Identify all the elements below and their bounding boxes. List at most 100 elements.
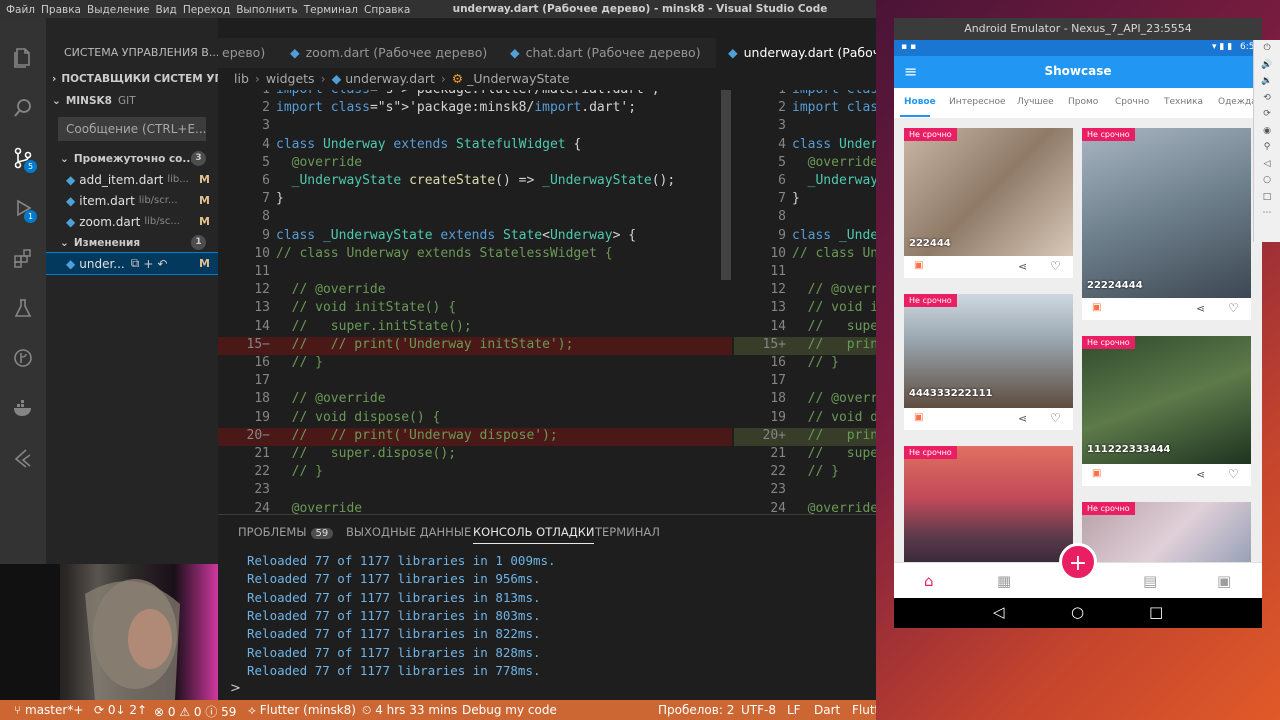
tab-underway[interactable]: ◆ underway.dart (Рабоче — [716, 38, 876, 68]
stage-plus-icon[interactable]: + — [143, 257, 153, 271]
tab-zoom[interactable]: ◆ zoom.dart (Рабочее дерево) — [278, 38, 498, 68]
category-tab[interactable]: Техника — [1164, 97, 1203, 107]
code-line[interactable]: 1 import class="s">'package:flutter/mater… — [734, 90, 876, 100]
code-line[interactable]: 4 class Underway extends StatefulWidget { — [734, 137, 876, 155]
code-line[interactable]: 17 — [218, 373, 732, 391]
item-photo[interactable] — [904, 446, 1073, 562]
overview-toolbar-icon[interactable]: □ — [1254, 189, 1280, 206]
item-card[interactable]: Не срочно▣⋖♡ — [904, 446, 1073, 562]
code-line[interactable]: 1 import class="s">'package:flutter/mater… — [218, 90, 732, 100]
rotate-left-icon[interactable]: ⟲ — [1254, 90, 1280, 107]
time-tracker[interactable]: ⏲ 4 hrs 33 mins — [362, 703, 457, 718]
code-line[interactable]: 20+ // print('Underway dispose'); — [734, 427, 876, 446]
flutter-status[interactable]: ⟡ Flutter (minsk8) — [248, 703, 356, 718]
debug-mode-status[interactable]: Debug my code — [462, 703, 557, 717]
language-status[interactable]: Dart — [814, 703, 840, 717]
diff-editor-modified[interactable]: 1 import class="s">'package:flutter/mater… — [734, 90, 876, 514]
code-line[interactable]: 11 — [218, 264, 732, 282]
console-prompt[interactable]: > — [230, 681, 241, 696]
discard-icon[interactable]: ↶ — [157, 257, 167, 271]
tab-chat[interactable]: ◆ chat.dart (Рабочее дерево) — [498, 38, 716, 68]
search-icon[interactable] — [9, 94, 37, 122]
code-line[interactable]: 12 // @override — [734, 282, 876, 300]
code-line[interactable]: 6 _UnderwayState createState() => _Under… — [734, 173, 876, 191]
staged-file[interactable]: ◆ add_item.dart lib... M — [46, 169, 218, 190]
changed-file[interactable]: ◆ under... ⧉ + ↶ M — [46, 252, 218, 275]
extensions-icon[interactable] — [9, 244, 37, 272]
power-icon[interactable]: ⏻ — [1254, 40, 1280, 57]
problems-status[interactable]: ⊗ 0 ⚠ 0 ⓘ 59 — [154, 703, 236, 720]
code-line[interactable]: 10 // class Underway extends StatelessWid… — [734, 246, 876, 264]
home-toolbar-icon[interactable]: ○ — [1254, 172, 1280, 189]
commit-message-input[interactable]: Сообщение (CTRL+E... — [58, 117, 206, 141]
encoding-status[interactable]: UTF-8 — [741, 703, 776, 717]
code-line[interactable]: 10 // class Underway extends StatelessWid… — [218, 246, 732, 264]
category-tab[interactable]: Новое — [904, 97, 936, 107]
code-line[interactable]: 23 — [218, 482, 732, 500]
back-toolbar-icon[interactable]: ◁ — [1254, 156, 1280, 173]
code-line[interactable]: 12 // @override — [218, 282, 732, 300]
code-line[interactable]: 15− // // print('Underway initState'); — [218, 336, 732, 355]
menu-item[interactable]: Справка — [364, 4, 410, 16]
code-line[interactable]: 8 — [734, 209, 876, 227]
code-line[interactable]: 20− // // print('Underway dispose'); — [218, 427, 732, 446]
code-line[interactable]: 22 // } — [734, 464, 876, 482]
menu-item[interactable]: Правка — [41, 4, 81, 16]
code-line[interactable]: 13 // void initState() { — [218, 300, 732, 318]
code-line[interactable]: 17 — [734, 373, 876, 391]
code-line[interactable]: 5 @override — [734, 155, 876, 173]
breadcrumb-item[interactable]: underway.dart — [345, 71, 435, 86]
profile-icon[interactable]: ▣ — [1217, 572, 1231, 590]
code-line[interactable]: 19 // void dispose() { — [218, 410, 732, 428]
code-line[interactable]: 9 class _UnderwayState extends State<Unde… — [218, 228, 732, 246]
code-line[interactable]: 15+ // print('Underway initState'); — [734, 336, 876, 355]
menu-item[interactable]: Переход — [183, 4, 230, 16]
menu-item[interactable]: Выполнить — [236, 4, 298, 16]
git-graph-icon[interactable] — [9, 344, 37, 372]
sync-status[interactable]: ⟳ 0↓ 2↑ — [94, 703, 147, 717]
docker-icon[interactable] — [9, 394, 37, 422]
more-icon[interactable]: ⋯ — [1254, 205, 1280, 222]
tab-debug-console[interactable]: КОНСОЛЬ ОТЛАДКИ — [473, 525, 595, 544]
item-card[interactable]: Не срочно 22224444 ▣ ⋖ ♡ — [1082, 128, 1251, 320]
code-line[interactable]: 24 @override — [218, 501, 732, 514]
volume-down-icon[interactable]: 🔉 — [1254, 73, 1280, 90]
menu-item[interactable]: Выделение — [87, 4, 150, 16]
code-line[interactable]: 3 — [734, 118, 876, 136]
explorer-icon[interactable] — [9, 44, 37, 72]
open-file-icon[interactable]: ⧉ — [131, 256, 140, 271]
code-line[interactable]: 23 — [734, 482, 876, 500]
code-line[interactable]: 19 // void dispose() { — [734, 410, 876, 428]
code-line[interactable]: 11 — [734, 264, 876, 282]
code-line[interactable]: 8 — [218, 209, 732, 227]
menu-item[interactable]: Терминал — [304, 4, 358, 16]
code-line[interactable]: 2 import class="s">'package:minsk8/import… — [218, 100, 732, 118]
volume-up-icon[interactable]: 🔊 — [1254, 57, 1280, 74]
showcase-icon[interactable]: ▦ — [997, 572, 1011, 590]
menu-item[interactable]: Файл — [6, 4, 35, 16]
recents-icon[interactable]: □ — [1149, 603, 1163, 621]
item-card[interactable]: Не срочно 222444 ▣ ⋖ ♡ — [904, 128, 1073, 278]
share-icon[interactable]: ⋖ — [1196, 302, 1205, 315]
providers-section[interactable]: › ПОСТАВЩИКИ СИСТЕМ УП... — [46, 68, 218, 89]
code-line[interactable]: 5 @override — [218, 155, 732, 173]
back-icon[interactable]: ◁ — [993, 603, 1005, 621]
heart-icon[interactable]: ♡ — [1050, 411, 1061, 425]
code-line[interactable]: 16 // } — [218, 355, 732, 373]
category-tab[interactable]: Срочно — [1115, 97, 1149, 107]
camera-icon[interactable]: ◉ — [1254, 123, 1280, 140]
category-tab[interactable]: Промо — [1068, 97, 1098, 107]
code-line[interactable]: 22 // } — [218, 464, 732, 482]
chat-icon[interactable]: ▤ — [1143, 572, 1157, 590]
code-line[interactable]: 21 // super.dispose(); — [734, 446, 876, 464]
code-line[interactable]: 2 import class="s">'package:minsk8/import… — [734, 100, 876, 118]
home-button-icon[interactable]: ○ — [1071, 603, 1084, 621]
category-tab[interactable]: Лучшее — [1017, 97, 1054, 107]
flutter-device-status[interactable]: Flutt — [852, 703, 876, 717]
branch-status[interactable]: ⑂ master*+ — [14, 703, 83, 717]
heart-icon[interactable]: ♡ — [1228, 467, 1239, 481]
code-line[interactable]: 14 // super.initState(); — [734, 319, 876, 337]
code-line[interactable]: 4 class Underway extends StatefulWidget { — [218, 137, 732, 155]
flutter-outline-icon[interactable] — [9, 444, 37, 472]
item-card[interactable]: Не срочно 444333222111 ▣ ⋖ ♡ — [904, 294, 1073, 430]
